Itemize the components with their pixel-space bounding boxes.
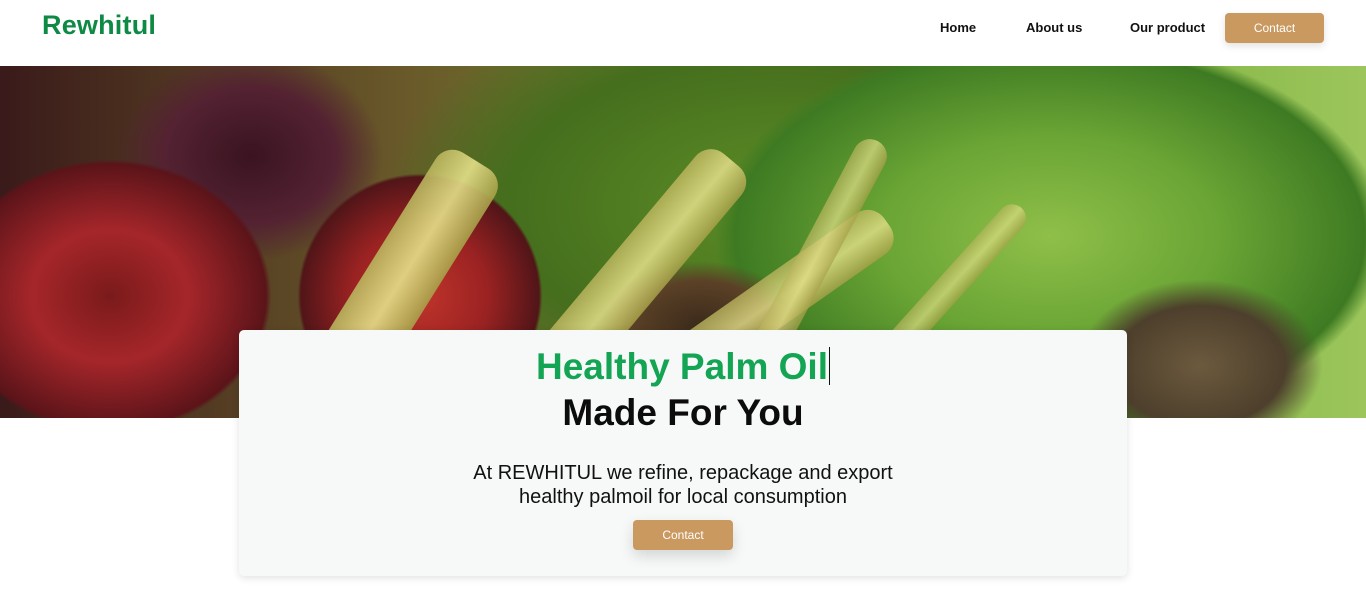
nav-contact-button[interactable]: Contact (1225, 13, 1324, 43)
page: Rewhitul Home About us Our product Conta… (0, 0, 1366, 615)
hero-title-line1: Healthy Palm Oil (239, 346, 1127, 388)
nav-link-home[interactable]: Home (940, 20, 976, 35)
nav-link-our-product[interactable]: Our product (1130, 20, 1205, 35)
hero-description-line1: At REWHITUL we refine, repackage and exp… (473, 462, 893, 484)
hero-card: Healthy Palm Oil Made For You At REWHITU… (239, 330, 1127, 576)
logo[interactable]: Rewhitul (42, 10, 156, 41)
hero-description-line2: healthy palmoil for local consumption (519, 486, 847, 508)
hero-description: At REWHITUL we refine, repackage and exp… (239, 461, 1127, 509)
site-header: Rewhitul Home About us Our product Conta… (0, 0, 1366, 66)
text-caret (829, 347, 830, 385)
hero-title-line1-text: Healthy Palm Oil (536, 346, 828, 387)
hero-contact-button[interactable]: Contact (633, 520, 733, 550)
nav-link-about-us[interactable]: About us (1026, 20, 1082, 35)
hero-title-line2: Made For You (562, 392, 804, 433)
